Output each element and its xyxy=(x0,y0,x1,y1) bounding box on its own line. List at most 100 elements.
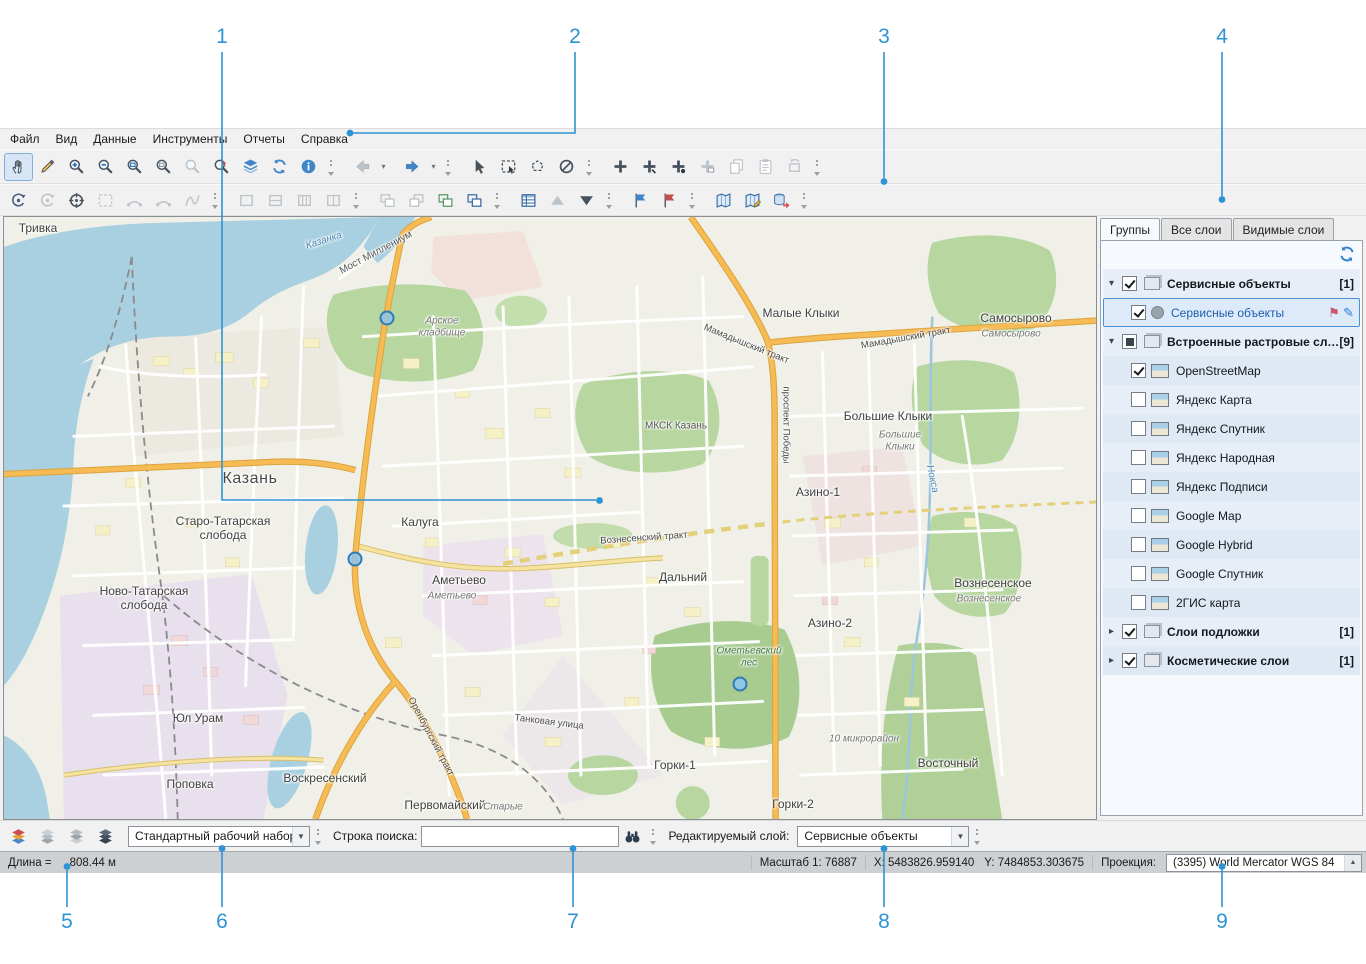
data-transfer-button[interactable] xyxy=(767,186,796,214)
node-edit-button[interactable] xyxy=(91,186,120,214)
arc-reverse-button[interactable] xyxy=(149,186,178,214)
toolbar-overflow-button[interactable] xyxy=(799,187,810,213)
layer-edit-icon[interactable] xyxy=(1343,305,1354,320)
layer-row[interactable]: Яндекс Народная xyxy=(1103,443,1360,472)
rotate-point-button[interactable] xyxy=(4,186,33,214)
toolbar-overflow-button[interactable] xyxy=(210,187,221,213)
toolbar-overflow-button[interactable] xyxy=(313,823,324,849)
workspace-stack-gray-button[interactable] xyxy=(33,822,62,850)
workspace-stack-color-button[interactable] xyxy=(4,822,33,850)
select-lasso-button[interactable] xyxy=(523,153,552,181)
layer-checkbox[interactable] xyxy=(1131,595,1146,610)
layer-row[interactable]: Встроенные растровые слои [9] xyxy=(1103,327,1360,356)
panel-refresh-icon[interactable] xyxy=(1338,245,1356,263)
nav-back-dropdown[interactable]: ▾ xyxy=(377,154,390,180)
layer-row[interactable]: Яндекс Подписи xyxy=(1103,472,1360,501)
move-up-button[interactable] xyxy=(543,186,572,214)
map-edit-button[interactable] xyxy=(738,186,767,214)
paste-button[interactable] xyxy=(751,153,780,181)
map-marker[interactable] xyxy=(380,311,395,326)
expander-icon[interactable] xyxy=(1109,278,1122,289)
rect-cut-button[interactable] xyxy=(319,186,348,214)
info-button[interactable] xyxy=(294,153,323,181)
find-button[interactable] xyxy=(619,823,645,849)
map-marker[interactable] xyxy=(348,552,363,567)
transform-button[interactable] xyxy=(780,153,809,181)
copy-button[interactable] xyxy=(722,153,751,181)
layer-checkbox[interactable] xyxy=(1131,363,1146,378)
layer-checkbox[interactable] xyxy=(1131,305,1146,320)
search-input[interactable] xyxy=(421,826,619,847)
panel-tab[interactable]: Видимые слои xyxy=(1233,218,1335,240)
zoom-prev-button[interactable] xyxy=(178,153,207,181)
rect-edge-button[interactable] xyxy=(261,186,290,214)
panel-tab[interactable]: Группы xyxy=(1100,218,1160,240)
layer-checkbox[interactable] xyxy=(1122,624,1137,639)
editable-layer-select[interactable]: Сервисные объекты▼ xyxy=(797,826,969,847)
workspace-stack-light-button[interactable] xyxy=(62,822,91,850)
menu-item[interactable]: Файл xyxy=(2,130,48,148)
projection-select[interactable]: (3395) World Mercator WGS 84▲ xyxy=(1166,854,1362,872)
layer-row[interactable]: OpenStreetMap xyxy=(1103,356,1360,385)
panel-tab[interactable]: Все слои xyxy=(1161,218,1232,240)
rect-merge-button[interactable] xyxy=(460,186,489,214)
layer-checkbox[interactable] xyxy=(1122,334,1137,349)
layer-route-icon[interactable] xyxy=(1328,305,1340,320)
toolbar-overflow-button[interactable] xyxy=(492,187,503,213)
rect-group-button[interactable] xyxy=(431,186,460,214)
select-rectangle-button[interactable] xyxy=(494,153,523,181)
map-marker[interactable] xyxy=(733,677,748,692)
layer-checkbox[interactable] xyxy=(1131,450,1146,465)
create-rectangle-button[interactable] xyxy=(693,153,722,181)
map-export-button[interactable] xyxy=(709,186,738,214)
attributes-table-button[interactable] xyxy=(514,186,543,214)
layer-checkbox[interactable] xyxy=(1131,508,1146,523)
layer-row[interactable]: Косметические слои [1] xyxy=(1103,646,1360,675)
layer-checkbox[interactable] xyxy=(1122,276,1137,291)
menu-item[interactable]: Инструменты xyxy=(145,130,236,148)
layer-checkbox[interactable] xyxy=(1131,421,1146,436)
layer-row[interactable]: 2ГИС карта xyxy=(1103,588,1360,617)
layer-row[interactable]: Сервисные объекты [1] xyxy=(1103,269,1360,298)
nav-back-button[interactable] xyxy=(348,153,377,181)
menu-item[interactable]: Справка xyxy=(293,130,356,148)
toolbar-overflow-button[interactable] xyxy=(972,823,983,849)
nav-forward-dropdown[interactable]: ▾ xyxy=(427,154,440,180)
rotate-button[interactable] xyxy=(33,186,62,214)
map-viewport[interactable]: ТривкаКазанкаМост МиллениумАрское кладби… xyxy=(3,216,1097,820)
route-end-button[interactable] xyxy=(655,186,684,214)
route-start-button[interactable] xyxy=(626,186,655,214)
zoom-in-button[interactable] xyxy=(62,153,91,181)
menu-item[interactable]: Данные xyxy=(85,130,144,148)
toolbar-overflow-button[interactable] xyxy=(687,187,698,213)
arc-button[interactable] xyxy=(120,186,149,214)
toolbar-overflow-button[interactable] xyxy=(648,823,659,849)
rect-columns-button[interactable] xyxy=(290,186,319,214)
layer-row[interactable]: Google Hybrid xyxy=(1103,530,1360,559)
create-subobject-button[interactable] xyxy=(635,153,664,181)
create-object-button[interactable] xyxy=(606,153,635,181)
menu-item[interactable]: Отчеты xyxy=(235,130,292,148)
layer-row[interactable]: Google Map xyxy=(1103,501,1360,530)
layer-row[interactable]: Яндекс Спутник xyxy=(1103,414,1360,443)
layer-row[interactable]: Яндекс Карта xyxy=(1103,385,1360,414)
toolbar-overflow-button[interactable] xyxy=(443,154,454,180)
zoom-window-button[interactable] xyxy=(120,153,149,181)
expander-icon[interactable] xyxy=(1109,336,1122,347)
rect-corner-button[interactable] xyxy=(232,186,261,214)
workspace-stack-dark-button[interactable] xyxy=(91,822,120,850)
toolbar-overflow-button[interactable] xyxy=(812,154,823,180)
toolbar-overflow-button[interactable] xyxy=(326,154,337,180)
create-point-button[interactable] xyxy=(664,153,693,181)
refresh-button[interactable] xyxy=(265,153,294,181)
layer-checkbox[interactable] xyxy=(1131,479,1146,494)
nav-forward-button[interactable] xyxy=(398,153,427,181)
layers-button[interactable] xyxy=(236,153,265,181)
zoom-out-button[interactable] xyxy=(91,153,120,181)
expander-icon[interactable] xyxy=(1109,655,1122,666)
pan-button[interactable] xyxy=(4,153,33,181)
layer-row[interactable]: Слои подложки [1] xyxy=(1103,617,1360,646)
select-cursor-button[interactable] xyxy=(465,153,494,181)
menu-item[interactable]: Вид xyxy=(48,130,86,148)
layer-row[interactable]: Google Спутник xyxy=(1103,559,1360,588)
